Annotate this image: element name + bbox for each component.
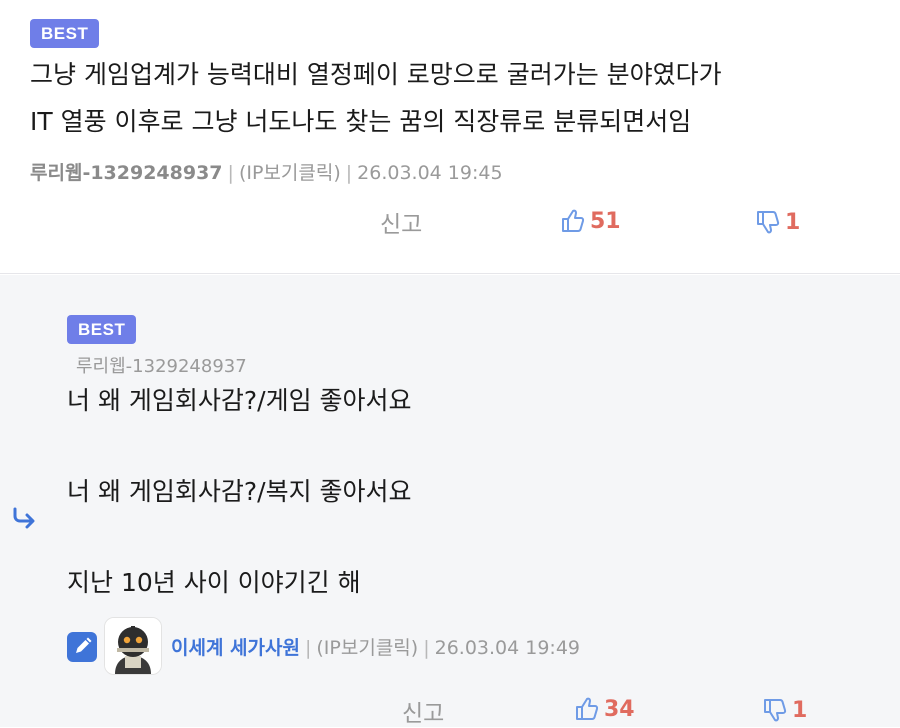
- reply-meta: 이세계 세가사원 | (IP보기클릭) | 26.03.04 19:49: [171, 633, 580, 660]
- like-button[interactable]: 51: [560, 208, 621, 234]
- like-count: 34: [604, 696, 635, 722]
- meta-separator: |: [304, 637, 312, 659]
- reply-line-2: 너 왜 게임회사감?/복지 좋아서요: [67, 477, 412, 506]
- reply-arrow-icon: [12, 507, 38, 533]
- best-badge: BEST: [67, 315, 137, 344]
- comment-line-2: IT 열풍 이후로 그냥 너도나도 찾는 꿈의 직장류로 분류되면서임: [30, 107, 692, 136]
- timestamp: 26.03.04 19:45: [357, 162, 503, 184]
- timestamp: 26.03.04 19:49: [434, 637, 581, 659]
- reply-line-1: 너 왜 게임회사감?/게임 좋아서요: [67, 386, 412, 415]
- report-button[interactable]: 신고: [402, 694, 444, 728]
- thumbs-up-icon: [574, 696, 600, 722]
- pencil-icon[interactable]: [67, 632, 97, 662]
- comment-meta: 루리웹-1329248937 | (IP보기클릭) | 26.03.04 19:45: [30, 158, 503, 185]
- dislike-button[interactable]: 1: [755, 209, 800, 235]
- best-reply: BEST 루리웹-1329248937 너 왜 게임회사감?/게임 좋아서요 너…: [0, 275, 900, 727]
- ip-view-link[interactable]: (IP보기클릭): [239, 162, 341, 184]
- dislike-count: 1: [785, 209, 801, 235]
- best-comment: BEST 그냥 게임업계가 능력대비 열정페이 로망으로 굴러가는 분야였다가 …: [0, 0, 900, 274]
- like-count: 51: [590, 208, 621, 234]
- comment-line-1: 그냥 게임업계가 능력대비 열정페이 로망으로 굴러가는 분야였다가: [30, 60, 722, 89]
- author-name[interactable]: 루리웹-1329248937: [30, 162, 223, 184]
- ip-view-link[interactable]: (IP보기클릭): [316, 637, 418, 659]
- like-button[interactable]: 34: [574, 696, 635, 722]
- author-name[interactable]: 이세계 세가사원: [171, 637, 300, 659]
- report-label: 신고: [402, 701, 445, 727]
- robot-avatar[interactable]: [104, 617, 162, 675]
- best-badge: BEST: [30, 19, 100, 48]
- reply-line-3: 지난 10년 사이 이야기긴 해: [67, 568, 361, 597]
- meta-separator: |: [423, 637, 430, 659]
- report-label: 신고: [380, 212, 423, 238]
- meta-separator: |: [227, 162, 234, 184]
- meta-separator: |: [345, 162, 353, 184]
- thumbs-up-icon: [560, 208, 586, 234]
- thumbs-down-icon: [762, 697, 788, 723]
- dislike-count: 1: [792, 697, 808, 723]
- reply-to-author[interactable]: 루리웹-1329248937: [76, 352, 247, 378]
- thumbs-down-icon: [755, 209, 781, 235]
- dislike-button[interactable]: 1: [762, 697, 807, 723]
- report-button[interactable]: 신고: [380, 205, 422, 239]
